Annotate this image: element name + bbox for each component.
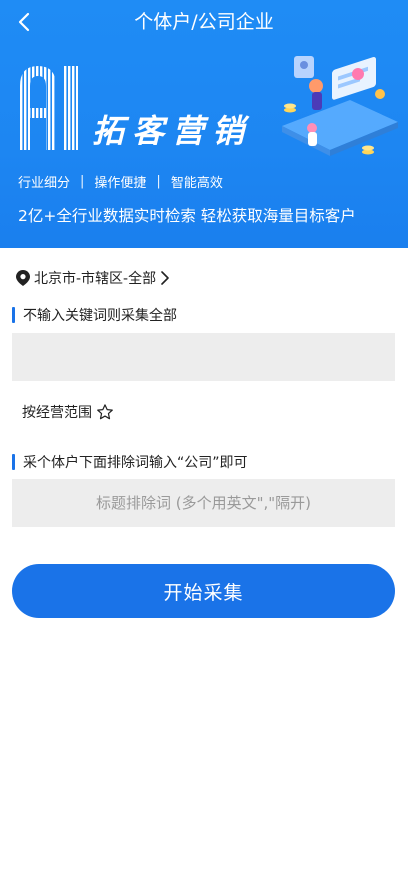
banner-headline: 拓客营销 <box>92 112 253 150</box>
feature-separator: | <box>80 174 85 189</box>
feature-item: 行业细分 <box>18 176 71 191</box>
page-title: 个体户/公司企业 <box>134 11 274 33</box>
section-accent-bar <box>12 454 15 470</box>
section-accent-bar <box>12 307 15 323</box>
keyword-section-label: 不输入关键词则采集全部 <box>12 305 177 325</box>
business-scope-toggle[interactable]: 按经营范围 <box>22 402 114 422</box>
back-button[interactable] <box>10 8 38 36</box>
exclude-section-label: 采个体户下面排除词输入“公司”即可 <box>12 452 248 472</box>
keyword-input[interactable] <box>12 333 395 381</box>
feature-item: 操作便捷 <box>94 176 147 191</box>
marketing-illustration <box>282 56 398 156</box>
chevron-left-icon <box>18 12 30 32</box>
star-outline-icon <box>97 404 113 420</box>
feature-separator: | <box>156 174 161 189</box>
keyword-label: 不输入关键词则采集全部 <box>23 308 177 324</box>
exclude-label: 采个体户下面排除词输入“公司”即可 <box>23 455 248 471</box>
location-pin-icon <box>16 270 30 286</box>
location-selector[interactable]: 北京市-市辖区-全部 <box>16 268 170 288</box>
banner-tagline: 2亿+全行业数据实时检索 轻松获取海量目标客户 <box>18 207 356 225</box>
start-collect-button[interactable]: 开始采集 <box>12 564 395 618</box>
top-bar: 个体户/公司企业 <box>0 0 408 44</box>
feature-item: 智能高效 <box>170 176 223 191</box>
ai-logo <box>20 66 78 150</box>
banner: 个体户/公司企业 拓客营销 行业细分 | 操作便捷 | 智能高效 2亿+全行业数… <box>0 0 408 248</box>
exclude-words-input[interactable] <box>12 479 395 527</box>
feature-list: 行业细分 | 操作便捷 | 智能高效 <box>18 172 223 191</box>
chevron-right-icon <box>161 271 169 285</box>
business-scope-label: 按经营范围 <box>22 405 92 421</box>
location-text: 北京市-市辖区-全部 <box>34 271 157 287</box>
